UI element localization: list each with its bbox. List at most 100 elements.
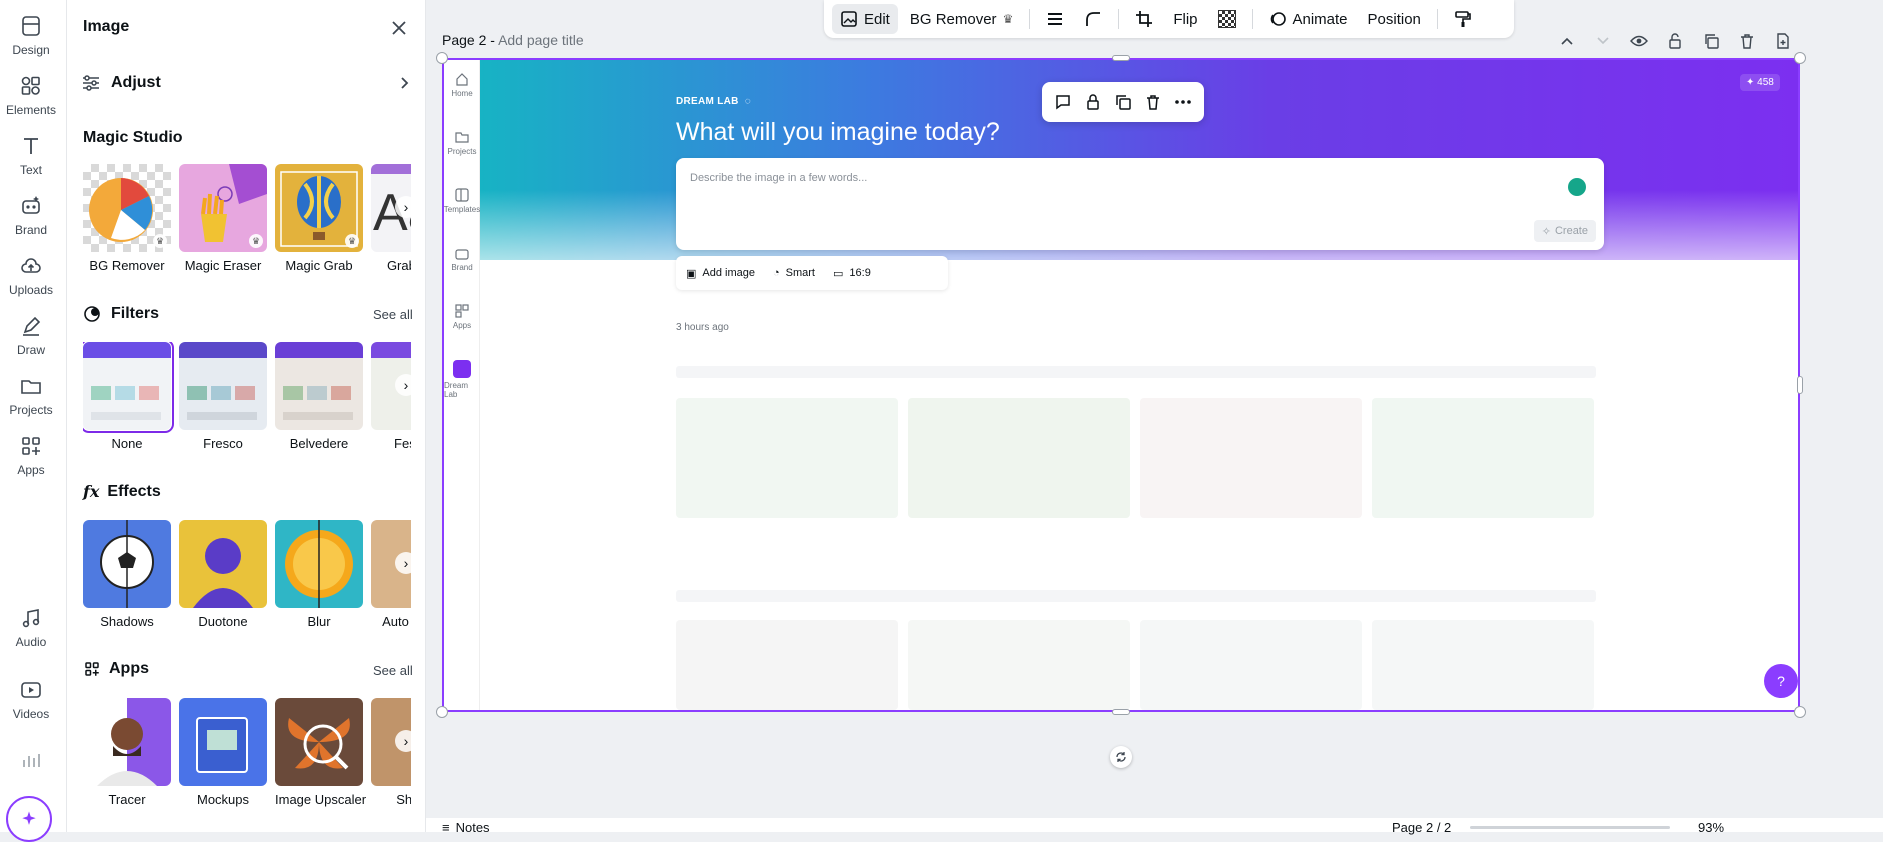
tile-grab-text[interactable]: Aa Grab Text	[371, 164, 411, 273]
help-button[interactable]: ?	[1764, 664, 1798, 698]
filter-fresco[interactable]: Fresco	[179, 342, 267, 451]
screenshot-create-button: ✧ Create	[1533, 220, 1596, 242]
rotate-handle[interactable]	[1110, 746, 1132, 768]
app-shape[interactable]: Shape	[371, 698, 411, 807]
rail-item-audio[interactable]: Audio	[0, 606, 62, 649]
rail-label: Elements	[5, 103, 57, 117]
zoom-slider[interactable]	[1470, 826, 1670, 829]
border-style-button[interactable]	[1038, 4, 1072, 34]
rail-item-videos[interactable]: Videos	[0, 678, 62, 721]
nav-label: Home	[451, 89, 473, 98]
portrait-icon	[193, 538, 253, 608]
zoom-level[interactable]: 93%	[1698, 820, 1724, 835]
paint-roller-icon	[1455, 11, 1471, 27]
effect-duotone[interactable]: Duotone	[179, 520, 267, 629]
section-label: Effects	[107, 482, 161, 500]
animate-button[interactable]: Animate	[1261, 4, 1356, 34]
apps-see-all[interactable]: See all	[373, 663, 413, 678]
faded-card	[676, 398, 898, 518]
nav-label: Templates	[443, 205, 481, 214]
effect-auto-focus[interactable]: Auto Focus	[371, 520, 411, 629]
rail-item-brand[interactable]: Brand	[0, 194, 62, 237]
rail-item-text[interactable]: Text	[0, 134, 62, 177]
rail-item-charts[interactable]	[0, 748, 62, 772]
filter-none[interactable]: None	[83, 342, 174, 451]
effect-thumb	[275, 520, 363, 608]
scroll-right-button[interactable]: ›	[395, 730, 411, 752]
duplicate-page-button[interactable]	[1700, 30, 1722, 52]
comment-icon[interactable]	[1054, 93, 1072, 111]
rail-item-draw[interactable]: Draw	[0, 314, 62, 357]
resize-handle-right[interactable]	[1797, 376, 1803, 394]
tile-bg-remover[interactable]: ♛ BG Remover	[83, 164, 171, 273]
rail-item-apps[interactable]: Apps	[0, 434, 62, 477]
corner-rounding-button[interactable]	[1076, 4, 1110, 34]
close-panel-button[interactable]	[387, 16, 411, 40]
rail-item-projects[interactable]: Projects	[0, 374, 62, 417]
delete-page-button[interactable]	[1736, 30, 1758, 52]
notes-button[interactable]: ≡ Notes	[442, 820, 490, 835]
more-icon[interactable]	[1174, 93, 1192, 111]
copy-style-button[interactable]	[1446, 4, 1480, 34]
lock-icon[interactable]	[1084, 93, 1102, 111]
canvas-page[interactable]: Home Projects Templates Brand Apps Dream…	[442, 58, 1800, 712]
transparency-button[interactable]	[1210, 4, 1244, 34]
flip-button[interactable]: Flip	[1165, 4, 1205, 34]
resize-handle-top-left[interactable]	[436, 52, 448, 64]
bg-remover-label: BG Remover	[909, 10, 997, 28]
resize-handle-bottom[interactable]	[1112, 709, 1130, 715]
effect-shadows[interactable]: Shadows	[83, 520, 171, 629]
dream-lab-icon	[453, 360, 471, 378]
credits-badge: ✦ 458	[1740, 74, 1780, 91]
trash-icon[interactable]	[1144, 93, 1162, 111]
adjust-row[interactable]: Adjust	[81, 68, 411, 98]
chevron-right-icon: ›	[403, 377, 409, 393]
app-image-upscaler[interactable]: Image Upscaler	[275, 698, 366, 807]
resize-handle-top[interactable]	[1112, 55, 1130, 61]
duplicate-icon[interactable]	[1114, 93, 1132, 111]
move-page-up-button[interactable]	[1556, 30, 1578, 52]
prompt-placeholder: Describe the image in a few words...	[690, 172, 868, 184]
app-mockups[interactable]: Mockups	[179, 698, 267, 807]
filters-see-all[interactable]: See all	[373, 307, 413, 322]
filter-belvedere[interactable]: Belvedere	[275, 342, 363, 451]
hide-page-button[interactable]	[1628, 30, 1650, 52]
section-label: Apps	[109, 660, 149, 677]
edit-button[interactable]: Edit	[832, 4, 898, 34]
position-button[interactable]: Position	[1360, 4, 1429, 34]
page-title-input[interactable]: Add page title	[498, 32, 584, 48]
rail-item-design[interactable]: Design	[0, 14, 62, 57]
tile-caption: Tracer	[108, 792, 146, 807]
scroll-right-button[interactable]: ›	[395, 374, 411, 396]
effect-blur[interactable]: Blur	[275, 520, 363, 629]
tile-magic-eraser[interactable]: ♛ Magic Eraser	[179, 164, 267, 273]
notes-label: Notes	[455, 820, 490, 835]
tile-caption: Blur	[307, 614, 331, 629]
resize-handle-bottom-right[interactable]	[1794, 706, 1806, 718]
page-title[interactable]: Page 2 - Add page title	[442, 32, 584, 48]
filter-thumb	[179, 342, 267, 430]
bottom-bar: ≡ Notes Page 2 / 2 93%	[426, 818, 1883, 835]
scroll-right-button[interactable]: ›	[395, 552, 411, 574]
magic-assistant-button[interactable]	[6, 796, 52, 842]
app-tracer[interactable]: Tracer	[83, 698, 171, 807]
apps-icon	[22, 437, 40, 455]
tile-magic-grab[interactable]: ♛ Magic Grab	[275, 164, 363, 273]
resize-handle-top-right[interactable]	[1794, 52, 1806, 64]
page-count[interactable]: Page 2 / 2	[1392, 820, 1451, 835]
add-page-button[interactable]	[1772, 30, 1794, 52]
crown-icon: ♛	[153, 234, 167, 248]
crop-button[interactable]	[1127, 4, 1161, 34]
panel-title: Image	[83, 18, 130, 35]
move-page-down-button[interactable]	[1592, 30, 1614, 52]
scroll-right-button[interactable]: ›	[395, 196, 411, 218]
rail-item-elements[interactable]: Elements	[0, 74, 62, 117]
rail-item-uploads[interactable]: Uploads	[0, 254, 62, 297]
bg-remover-button[interactable]: BG Remover ♛	[902, 4, 1021, 34]
rail-label: Apps	[17, 463, 45, 477]
lock-page-button[interactable]	[1664, 30, 1686, 52]
resize-handle-bottom-left[interactable]	[436, 706, 448, 718]
brand-icon	[455, 249, 469, 260]
duplicate-icon	[1705, 34, 1719, 49]
filter-festive[interactable]: Festive	[371, 342, 411, 451]
